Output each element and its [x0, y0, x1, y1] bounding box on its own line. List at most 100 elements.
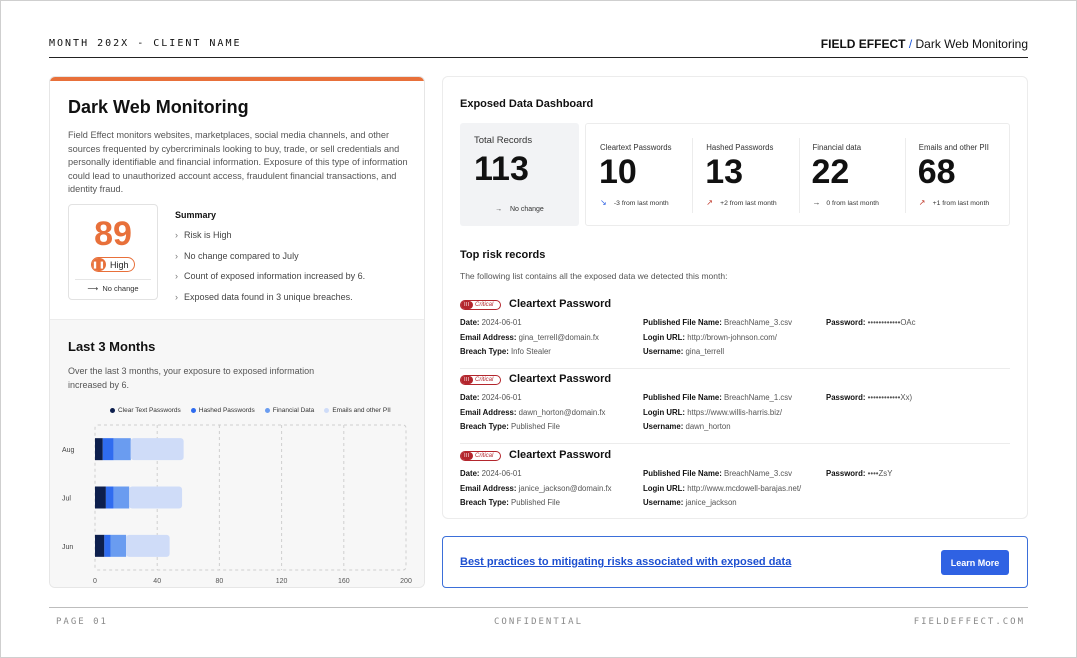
stat-value: 68	[917, 153, 956, 191]
stat-change-text: +1 from last month	[932, 200, 990, 207]
record-username-value: janice_jackson	[685, 498, 737, 507]
record-login-url-value: http://www.mcdowell-barajas.net/	[687, 483, 802, 493]
total-records-label: Total Records	[474, 135, 533, 146]
learn-more-button[interactable]: Learn More	[941, 550, 1009, 575]
best-practices-banner: Best practices to mitigating risks assoc…	[442, 536, 1028, 588]
pause-icon: ❚❚	[92, 258, 106, 271]
record-file-name-label: Published File Name:	[643, 393, 722, 402]
record-password: Password: ••••••••••••Xx)	[826, 393, 912, 402]
record-email: Email Address: janice_jackson@domain.fx	[460, 484, 612, 493]
record-username: Username: janice_jackson	[643, 498, 737, 507]
x-tick-label: 80	[216, 578, 224, 585]
overview-description: Field Effect monitors websites, marketpl…	[68, 130, 408, 194]
arrow-right-icon: →	[812, 198, 821, 207]
record-divider	[460, 443, 1010, 444]
stat-card: Financial data 22 → 0 from last month	[799, 124, 903, 227]
section-name: Dark Web Monitoring	[915, 37, 1029, 51]
record-password: Password: ••••••••••••OAc	[826, 318, 916, 327]
overview-panel: Dark Web Monitoring Field Effect monitor…	[49, 76, 425, 588]
summary-title: Summary	[175, 210, 217, 220]
record-file-name-value: BreachName_3.csv	[724, 318, 793, 327]
overview-accent-bar	[50, 77, 424, 81]
record-file-name: Published File Name: BreachName_1.csv	[643, 393, 792, 402]
legend-label: Emails and other PII	[332, 407, 391, 414]
record-file-name-label: Published File Name:	[643, 469, 722, 478]
record-divider	[460, 368, 1010, 369]
record-date-label: Date:	[460, 469, 480, 478]
record-breach-type-label: Breach Type:	[460, 498, 509, 507]
record-date-value: 2024-06-01	[481, 318, 522, 327]
y-category-label: Jul	[62, 496, 71, 503]
record-breach-type-label: Breach Type:	[460, 422, 509, 431]
dashboard-panel: Exposed Data Dashboard Total Records 113…	[442, 76, 1028, 519]
chevron-right-icon: ›	[175, 291, 178, 302]
risk-score-card: 89 ❚❚ High ⟶ No change	[68, 204, 158, 300]
record-breach-type: Breach Type: Info Stealer	[460, 347, 551, 356]
critical-badge-label: Critical	[475, 453, 494, 459]
chevron-right-icon: ›	[175, 250, 178, 261]
risk-score-change-label: No change	[102, 284, 139, 293]
x-tick-label: 0	[93, 578, 97, 585]
record-date-value: 2024-06-01	[481, 393, 522, 402]
legend-label: Clear Text Passwords	[118, 407, 181, 414]
total-records-change-label: No change	[509, 206, 544, 213]
record-breach-type-value: Published File	[511, 422, 560, 431]
record-username: Username: dawn_horton	[643, 422, 731, 431]
legend-item: Financial Data	[264, 407, 314, 414]
stat-change: ↗ +2 from last month	[706, 198, 776, 207]
chart-legend: Clear Text Passwords Hashed Passwords Fina…	[110, 407, 391, 414]
trend-down-icon: ↘	[600, 198, 607, 207]
best-practices-link[interactable]: Best practices to mitigating risks assoc…	[460, 556, 791, 568]
legend-item: Clear Text Passwords	[110, 407, 181, 414]
chevron-right-icon: ›	[175, 230, 178, 240]
record-file-name: Published File Name: BreachName_3.csv	[643, 318, 792, 327]
record-date: Date: 2024-06-01	[460, 393, 522, 402]
risk-score-change: ⟶ No change	[69, 284, 157, 293]
stat-label: Hashed Passwords	[706, 143, 774, 152]
legend-item: Hashed Passwords	[190, 407, 255, 414]
total-records-card: Total Records 113 → No change	[460, 123, 579, 226]
record-title: Cleartext Password	[509, 373, 612, 385]
exposure-bar-chart: 0 40 80 120 160 200 Aug Jul Jun	[62, 424, 412, 585]
record-login-url-label: Login URL:	[643, 483, 686, 493]
risk-record: III Critical Cleartext Password Date: 2024-…	[460, 297, 1010, 369]
summary-item-text: No change compared to July	[184, 250, 299, 261]
record-login-url-label: Login URL:	[643, 332, 686, 342]
record-username-value: gina_terrell	[685, 347, 725, 356]
risk-record: III Critical Cleartext Password Date: 2024-…	[460, 372, 1010, 444]
bar-segment	[95, 534, 105, 557]
stat-change-text: 0 from last month	[826, 200, 879, 207]
record-title: Cleartext Password	[509, 449, 612, 461]
category-stats: Cleartext Passwords 10 ↘ -3 from last mont…	[585, 123, 1010, 226]
record-username-label: Username:	[643, 498, 684, 507]
bar-segment	[102, 438, 114, 461]
record-date-label: Date:	[460, 393, 480, 402]
stat-card: Hashed Passwords 13 ↗ +2 from last month	[692, 124, 796, 227]
critical-badge-label: Critical	[475, 377, 494, 383]
top-risk-title: Top risk records	[460, 249, 546, 261]
risk-record: III Critical Cleartext Password Date: 2024-…	[460, 448, 1010, 520]
summary-item: › Risk is High	[175, 230, 365, 251]
record-password-value: ••••ZsY	[867, 469, 893, 478]
record-password-label: Password:	[826, 318, 866, 327]
record-title: Cleartext Password	[509, 298, 612, 310]
bar-segment	[129, 486, 183, 509]
critical-badge: III Critical	[460, 375, 501, 385]
record-login-url: Login URL: http://brown-johnson.com/	[643, 333, 777, 342]
summary-item: › Exposed data found in 3 unique breaches…	[175, 292, 365, 313]
risk-score-value: 89	[94, 215, 132, 253]
stat-value: 22	[811, 153, 850, 191]
record-username-label: Username:	[643, 422, 684, 431]
legend-swatch	[264, 408, 270, 413]
record-breach-type-value: Published File	[511, 498, 560, 507]
last-3-months-title: Last 3 Months	[68, 339, 156, 354]
record-breach-type: Breach Type: Published File	[460, 498, 560, 507]
record-date: Date: 2024-06-01	[460, 469, 522, 478]
risk-level-badge: ❚❚ High	[91, 257, 135, 272]
bar-segment	[105, 486, 114, 509]
critical-badge: III Critical	[460, 451, 501, 461]
score-divider	[75, 279, 151, 280]
x-tick-label: 40	[153, 578, 161, 585]
stat-card: Cleartext Passwords 10 ↘ -3 from last mont…	[586, 124, 690, 227]
stat-label: Emails and other PII	[918, 143, 989, 152]
